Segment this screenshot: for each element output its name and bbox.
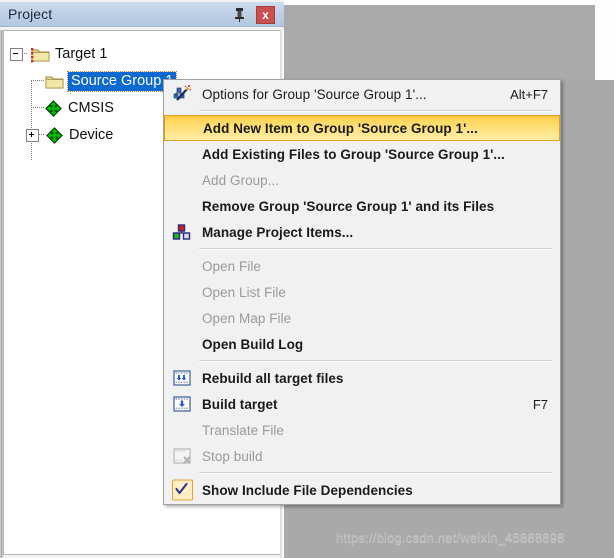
menu-item-label: Add Existing Files to Group 'Source Grou…: [202, 146, 505, 162]
menu-item-accelerator: F7: [532, 396, 548, 412]
build-icon: [172, 394, 192, 414]
tree-item-label: CMSIS: [68, 100, 114, 116]
pin-icon[interactable]: [231, 6, 248, 23]
menu-item-remove-group[interactable]: Remove Group 'Source Group 1' and its Fi…: [164, 193, 560, 219]
watermark-text: https://blog.csdn.net/weixin_45888898: [336, 530, 565, 545]
background-right-edge: [595, 0, 614, 80]
menu-item-accelerator: Alt+F7: [510, 86, 548, 102]
panel-titlebar: Project x: [0, 2, 284, 27]
tree-expander-expand-icon[interactable]: [26, 128, 39, 142]
tree-item-device[interactable]: Device: [26, 124, 113, 146]
menu-item-label: Build target: [202, 396, 278, 412]
tree-item-label: Target 1: [55, 46, 108, 62]
green-diamond-icon: [46, 127, 63, 144]
menu-item-label: Stop build: [202, 448, 263, 464]
menu-item-open-file: Open File: [164, 253, 560, 279]
menu-item-label: Show Include File Dependencies: [202, 482, 413, 498]
tree-item-cmsis[interactable]: CMSIS: [45, 97, 114, 119]
menu-item-rebuild-all-target-files[interactable]: Rebuild all target files: [164, 365, 560, 391]
magic-wand-icon: [172, 84, 192, 104]
menu-item-label: Open Map File: [202, 310, 292, 326]
menu-item-label: Add New Item to Group 'Source Group 1'..…: [203, 120, 478, 136]
rebuild-icon: [172, 368, 192, 388]
menu-item-label: Add Group...: [202, 172, 280, 188]
stop-build-icon: [172, 446, 192, 466]
tree-item-target-1[interactable]: Target 1: [10, 43, 107, 65]
tree-item-label: Device: [69, 127, 114, 143]
tree-connector-vertical: [31, 81, 32, 161]
menu-item-label: Open Build Log: [202, 336, 304, 352]
menu-item-add-existing-files[interactable]: Add Existing Files to Group 'Source Grou…: [164, 141, 560, 167]
close-icon: x: [262, 8, 269, 22]
menu-item-label: Remove Group 'Source Group 1' and its Fi…: [202, 198, 495, 214]
menu-item-label: Rebuild all target files: [202, 370, 344, 386]
tree-item-label-selected: Source Group 1: [66, 70, 178, 92]
menu-item-label: Open List File: [202, 284, 286, 300]
page-title: Project: [8, 6, 53, 22]
menu-separator: [172, 110, 552, 112]
menu-item-stop-build: Stop build: [164, 443, 560, 469]
green-diamond-icon: [45, 100, 62, 117]
menu-item-open-map-file: Open Map File: [164, 305, 560, 331]
menu-item-label: Manage Project Items...: [202, 224, 354, 240]
menu-item-manage-project-items[interactable]: Manage Project Items...: [164, 219, 560, 245]
menu-item-label: Options for Group 'Source Group 1'...: [202, 86, 427, 102]
close-button[interactable]: x: [256, 6, 275, 24]
menu-separator: [172, 248, 552, 250]
tree-expander-collapse-icon[interactable]: [10, 47, 23, 61]
tree-item-source-group-1[interactable]: Source Group 1: [45, 70, 178, 92]
target-folder-icon: [31, 47, 50, 63]
tree-connector-horizontal: [31, 80, 45, 81]
menu-item-open-list-file: Open List File: [164, 279, 560, 305]
blocks-icon: [172, 222, 192, 242]
menu-item-label: Open File: [202, 258, 261, 274]
menu-separator: [172, 360, 552, 362]
menu-item-show-include-file-dependencies[interactable]: Show Include File Dependencies: [164, 477, 560, 503]
menu-item-options-for-group[interactable]: Options for Group 'Source Group 1'... Al…: [164, 81, 560, 107]
checkbox-checked-icon[interactable]: [172, 479, 193, 501]
menu-item-build-target[interactable]: Build target F7: [164, 391, 560, 417]
background-upper-panel: [290, 5, 595, 78]
menu-item-add-group: Add Group...: [164, 167, 560, 193]
menu-item-label: Translate File: [202, 422, 284, 438]
tree-connector-horizontal: [31, 107, 45, 108]
context-menu[interactable]: Options for Group 'Source Group 1'... Al…: [163, 79, 561, 505]
menu-item-open-build-log[interactable]: Open Build Log: [164, 331, 560, 357]
menu-separator: [172, 472, 552, 474]
folder-icon: [45, 74, 64, 89]
menu-item-add-new-item[interactable]: Add New Item to Group 'Source Group 1'..…: [164, 115, 560, 141]
menu-item-translate-file: Translate File: [164, 417, 560, 443]
